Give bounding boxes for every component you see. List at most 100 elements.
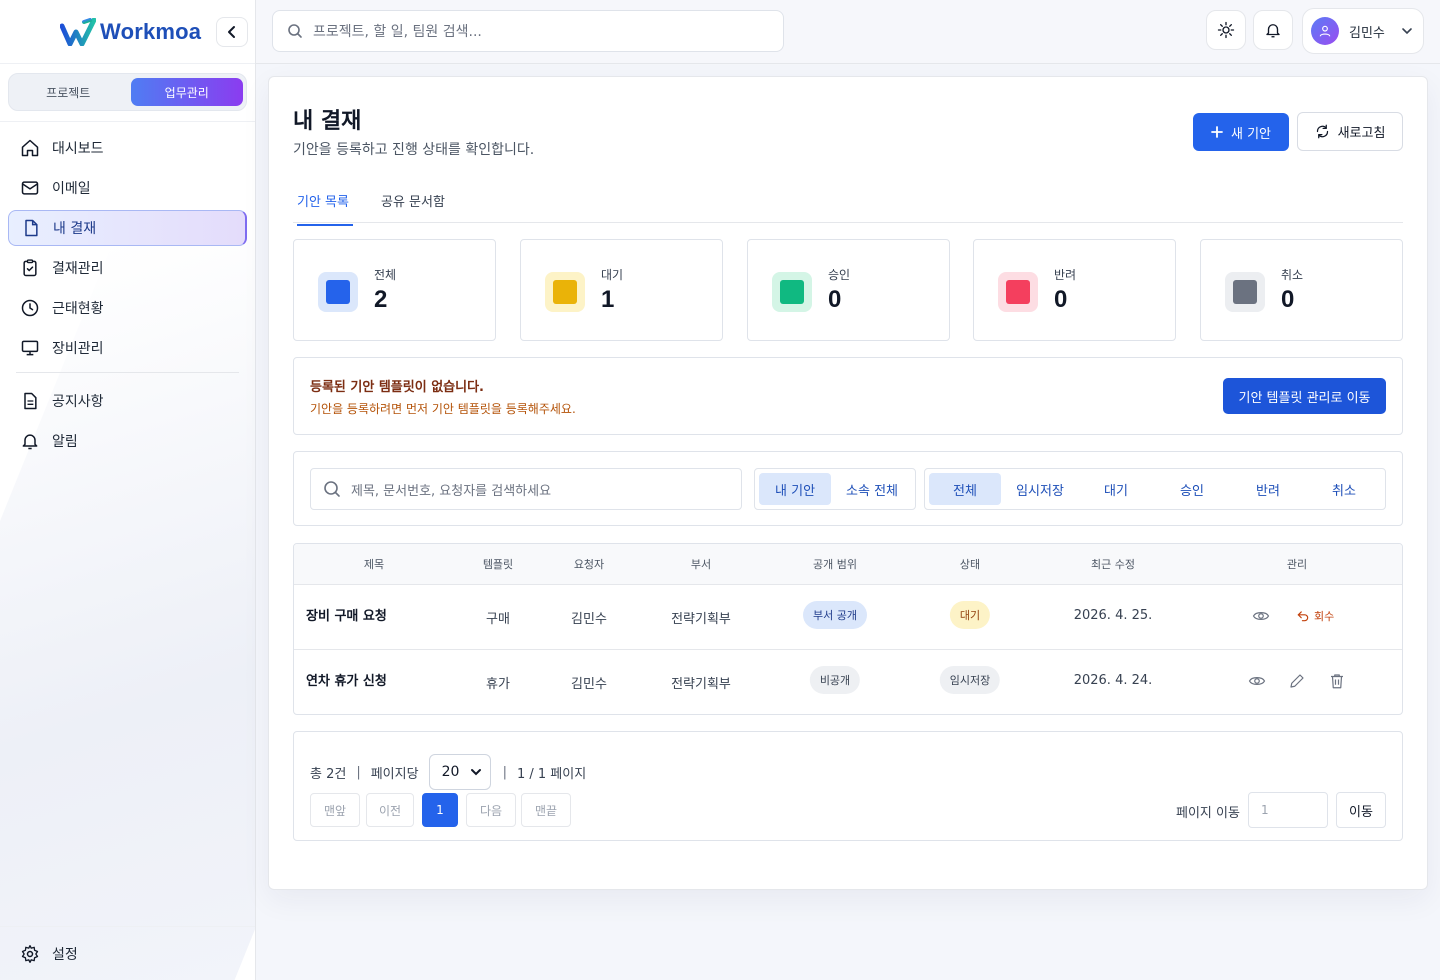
status-filter-rejected[interactable]: 반려: [1231, 473, 1305, 505]
sidebar-item-label: 결재관리: [52, 261, 104, 277]
recall-button[interactable]: 회수: [1296, 608, 1334, 624]
clipboard-check-icon: [23, 259, 37, 277]
status-filter-pending[interactable]: 대기: [1079, 473, 1153, 505]
table-row[interactable]: 장비 구매 요청 구매 김민수 전략기획부 부서 공개 대기 2026. 4. …: [294, 585, 1402, 650]
stat-label: 취소: [1281, 268, 1304, 282]
tab-shared-documents[interactable]: 공유 문서함: [381, 191, 445, 224]
sidebar-item-settings[interactable]: 설정: [0, 926, 255, 980]
new-draft-label: 새 기안: [1230, 126, 1271, 142]
user-name: 김민수: [1349, 25, 1385, 41]
stat-card-cancelled: 취소 0: [1200, 239, 1403, 341]
next-page-button[interactable]: 다음: [466, 793, 516, 827]
scope-department-all[interactable]: 소속 전체: [833, 473, 911, 505]
square-icon: [1006, 280, 1030, 304]
status-filter-cancelled[interactable]: 취소: [1307, 473, 1381, 505]
sidebar: Workmoa 프로젝트 업무관리 대시보드 이메일 내 결재 결재관리 근태현…: [0, 0, 256, 980]
status-filter-all[interactable]: 전체: [929, 473, 1001, 505]
last-page-button[interactable]: 맨끝: [521, 793, 571, 827]
requester-cell: 김민수: [571, 612, 607, 627]
sidebar-item-email[interactable]: 이메일: [8, 170, 247, 206]
prev-page-button[interactable]: 이전: [366, 793, 414, 827]
status-filter: 전체 임시저장 대기 승인 반려 취소: [924, 468, 1386, 510]
status-badge: 대기: [949, 601, 991, 629]
square-icon: [553, 280, 577, 304]
notifications-button[interactable]: [1253, 10, 1293, 50]
page-jump-label: 페이지 이동: [1176, 806, 1240, 821]
document-icon: [25, 219, 38, 237]
page-1-button[interactable]: 1: [422, 793, 458, 827]
sidebar-item-my-approval[interactable]: 내 결재: [8, 210, 247, 246]
draft-search-input[interactable]: 제목, 문서번호, 요청자를 검색하세요: [310, 468, 742, 510]
stat-label: 전체: [374, 268, 397, 282]
monitor-icon: [21, 340, 39, 356]
updated-cell: 2026. 4. 25.: [1073, 608, 1153, 623]
mode-work-button[interactable]: 업무관리: [130, 78, 243, 106]
collapse-sidebar-button[interactable]: [216, 17, 248, 47]
notice-description: 기안을 등록하려면 먼저 기안 템플릿을 등록해주세요.: [310, 402, 576, 416]
home-icon: [21, 139, 39, 157]
new-draft-button[interactable]: 새 기안: [1193, 113, 1289, 151]
gear-icon: [21, 944, 39, 963]
status-badge: 임시저장: [939, 666, 1001, 694]
status-filter-approved[interactable]: 승인: [1155, 473, 1229, 505]
global-search-input[interactable]: 프로젝트, 할 일, 팀원 검색...: [272, 10, 784, 52]
visibility-badge: 비공개: [809, 666, 861, 694]
settings-label: 설정: [52, 946, 78, 963]
stat-icon-bg: [318, 272, 358, 312]
tab-draft-list[interactable]: 기안 목록: [297, 191, 353, 226]
page-info: 1 / 1 페이지: [516, 766, 587, 782]
column-header: 공개 범위: [813, 558, 857, 571]
bell-icon: [22, 434, 38, 450]
sidebar-item-label: 이메일: [52, 181, 91, 197]
requester-cell: 김민수: [571, 677, 607, 692]
user-icon: [1319, 25, 1331, 37]
column-header: 제목: [363, 558, 385, 571]
edit-icon[interactable]: [1288, 672, 1306, 690]
sidebar-item-equipment[interactable]: 장비관리: [8, 330, 247, 366]
stat-label: 대기: [601, 268, 624, 282]
user-menu-button[interactable]: 김민수: [1302, 8, 1424, 54]
updated-cell: 2026. 4. 24.: [1073, 673, 1153, 688]
trash-icon[interactable]: [1328, 672, 1346, 690]
refresh-button[interactable]: 새로고침: [1297, 112, 1403, 151]
page-size-select[interactable]: 20: [428, 754, 491, 790]
divider: [16, 372, 239, 373]
stat-icon-bg: [998, 272, 1038, 312]
logo[interactable]: Workmoa: [60, 18, 201, 46]
draft-title[interactable]: 장비 구매 요청: [306, 605, 387, 624]
notice-title: 등록된 기안 템플릿이 없습니다.: [310, 380, 484, 395]
stat-value: 2: [374, 286, 388, 313]
sidebar-item-attendance[interactable]: 근태현황: [8, 290, 247, 326]
sidebar-item-approval-management[interactable]: 결재관리: [8, 250, 247, 286]
stat-card-approved: 승인 0: [747, 239, 950, 341]
theme-toggle-button[interactable]: [1206, 10, 1246, 50]
mode-project-button[interactable]: 프로젝트: [12, 78, 125, 106]
scope-my-drafts[interactable]: 내 기안: [759, 473, 832, 505]
table-row[interactable]: 연차 휴가 신청 휴가 김민수 전략기획부 비공개 임시저장 2026. 4. …: [294, 650, 1402, 714]
separator: |: [502, 764, 507, 780]
go-template-management-button[interactable]: 기안 템플릿 관리로 이동: [1223, 378, 1386, 414]
first-page-button[interactable]: 맨앞: [310, 793, 360, 827]
page-jump-input[interactable]: 1: [1248, 792, 1328, 828]
sidebar-item-notices[interactable]: 공지사항: [8, 383, 247, 419]
page-subtitle: 기안을 등록하고 진행 상태를 확인합니다.: [293, 142, 535, 158]
bell-icon: [1266, 24, 1280, 38]
draft-title[interactable]: 연차 휴가 신청: [306, 670, 387, 689]
status-filter-draft[interactable]: 임시저장: [1003, 473, 1077, 505]
sidebar-item-dashboard[interactable]: 대시보드: [8, 130, 247, 166]
stat-value: 0: [1281, 286, 1295, 313]
square-icon: [326, 280, 350, 304]
pagination: 총 2건 | 페이지당 20 | 1 / 1 페이지 맨앞 이전 1 다음 맨끝…: [293, 731, 1403, 841]
sidebar-item-label: 장비관리: [52, 341, 104, 357]
sidebar-item-label: 근태현황: [52, 301, 104, 317]
view-icon[interactable]: [1252, 607, 1270, 625]
stat-icon-bg: [772, 272, 812, 312]
stat-label: 승인: [828, 268, 851, 282]
page-jump-button[interactable]: 이동: [1336, 792, 1386, 828]
sidebar-item-label: 공지사항: [52, 394, 104, 410]
sidebar-item-alerts[interactable]: 알림: [8, 423, 247, 459]
sidebar-item-label: 대시보드: [52, 141, 104, 157]
total-count: 총 2건: [310, 766, 347, 782]
view-icon[interactable]: [1248, 672, 1266, 690]
avatar: [1311, 17, 1339, 45]
